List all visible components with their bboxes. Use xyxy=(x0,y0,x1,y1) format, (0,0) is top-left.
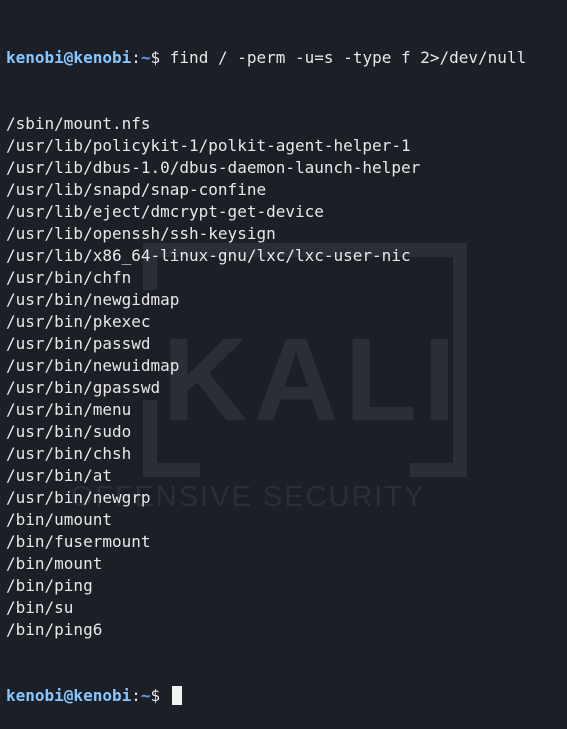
output-line: /usr/bin/chsh xyxy=(6,444,132,463)
output-line: /usr/bin/gpasswd xyxy=(6,378,161,397)
input-spacer xyxy=(160,686,170,705)
prompt-user-host: kenobi@kenobi xyxy=(6,686,132,705)
command-text: find / -perm -u=s -type f 2>/dev/null xyxy=(160,48,527,67)
cursor xyxy=(171,686,182,705)
prompt-path: ~ xyxy=(140,48,151,67)
command-line: kenobi@kenobi:~$ find / -perm -u=s -type… xyxy=(6,47,567,69)
output-line: /usr/bin/at xyxy=(6,466,112,485)
prompt-dollar: $ xyxy=(150,48,161,67)
prompt-separator: : xyxy=(131,686,141,705)
output-line: /usr/lib/openssh/ssh-keysign xyxy=(6,224,276,243)
output-line: /usr/bin/newgrp xyxy=(6,488,151,507)
output-line: /bin/su xyxy=(6,598,74,617)
output-line: /usr/lib/dbus-1.0/dbus-daemon-launch-hel… xyxy=(6,158,421,177)
output-line: /usr/bin/menu xyxy=(6,400,132,419)
output-line: /usr/lib/x86_64-linux-gnu/lxc/lxc-user-n… xyxy=(6,246,411,265)
output-line: /bin/ping6 xyxy=(6,620,103,639)
prompt-path: ~ xyxy=(140,686,151,705)
output-line: /usr/bin/newuidmap xyxy=(6,356,180,375)
output-line: /sbin/mount.nfs xyxy=(6,114,151,133)
output-line: /usr/bin/newgidmap xyxy=(6,290,180,309)
prompt-separator: : xyxy=(131,48,141,67)
active-prompt-line[interactable]: kenobi@kenobi:~$ xyxy=(6,685,567,707)
output-line: /bin/fusermount xyxy=(6,532,151,551)
terminal-output[interactable]: kenobi@kenobi:~$ find / -perm -u=s -type… xyxy=(6,3,567,729)
output-line: /usr/lib/policykit-1/polkit-agent-helper… xyxy=(6,136,411,155)
output-line: /usr/lib/snapd/snap-confine xyxy=(6,180,267,199)
output-line: /usr/bin/chfn xyxy=(6,268,132,287)
prompt-dollar: $ xyxy=(150,686,161,705)
output-line: /bin/mount xyxy=(6,554,103,573)
prompt-user-host: kenobi@kenobi xyxy=(6,48,132,67)
output-line: /usr/lib/eject/dmcrypt-get-device xyxy=(6,202,324,221)
output-line: /usr/bin/pkexec xyxy=(6,312,151,331)
output-list: /sbin/mount.nfs/usr/lib/policykit-1/polk… xyxy=(6,113,567,641)
output-line: /bin/ping xyxy=(6,576,93,595)
output-line: /usr/bin/sudo xyxy=(6,422,132,441)
output-line: /usr/bin/passwd xyxy=(6,334,151,353)
output-line: /bin/umount xyxy=(6,510,112,529)
